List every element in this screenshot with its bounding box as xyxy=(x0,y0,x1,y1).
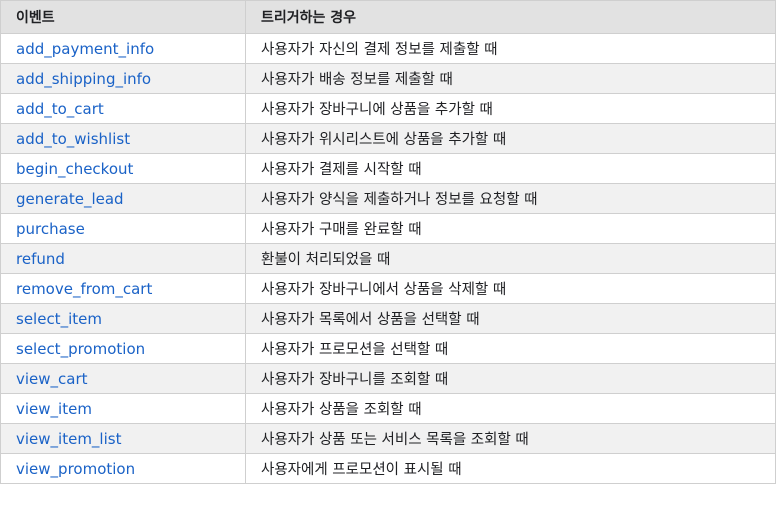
trigger-cell: 사용자가 상품 또는 서비스 목록을 조회할 때 xyxy=(245,423,776,454)
events-table: 이벤트 트리거하는 경우 add_payment_info 사용자가 자신의 결… xyxy=(0,0,776,484)
trigger-cell: 사용자가 결제를 시작할 때 xyxy=(245,153,776,184)
trigger-cell: 사용자가 배송 정보를 제출할 때 xyxy=(245,63,776,94)
event-cell: generate_lead xyxy=(0,183,246,214)
trigger-cell: 사용자가 상품을 조회할 때 xyxy=(245,393,776,424)
table-row: add_payment_info 사용자가 자신의 결제 정보를 제출할 때 xyxy=(0,33,776,64)
event-link-generate-lead[interactable]: generate_lead xyxy=(16,190,124,208)
event-cell: view_item_list xyxy=(0,423,246,454)
trigger-cell: 사용자가 양식을 제출하거나 정보를 요청할 때 xyxy=(245,183,776,214)
event-cell: refund xyxy=(0,243,246,274)
event-cell: add_to_cart xyxy=(0,93,246,124)
trigger-cell: 사용자가 장바구니에서 상품을 삭제할 때 xyxy=(245,273,776,304)
event-link-add-to-cart[interactable]: add_to_cart xyxy=(16,100,104,118)
trigger-cell: 사용자에게 프로모션이 표시될 때 xyxy=(245,453,776,484)
event-link-remove-from-cart[interactable]: remove_from_cart xyxy=(16,280,152,298)
event-link-select-promotion[interactable]: select_promotion xyxy=(16,340,145,358)
event-link-add-to-wishlist[interactable]: add_to_wishlist xyxy=(16,130,130,148)
table-row: add_to_cart 사용자가 장바구니에 상품을 추가할 때 xyxy=(0,93,776,124)
table-row: view_cart 사용자가 장바구니를 조회할 때 xyxy=(0,363,776,394)
trigger-cell: 사용자가 자신의 결제 정보를 제출할 때 xyxy=(245,33,776,64)
table-row: begin_checkout 사용자가 결제를 시작할 때 xyxy=(0,153,776,184)
event-cell: view_promotion xyxy=(0,453,246,484)
event-cell: begin_checkout xyxy=(0,153,246,184)
trigger-cell: 환불이 처리되었을 때 xyxy=(245,243,776,274)
table-row: select_item 사용자가 목록에서 상품을 선택할 때 xyxy=(0,303,776,334)
table-row: refund 환불이 처리되었을 때 xyxy=(0,243,776,274)
event-link-view-item-list[interactable]: view_item_list xyxy=(16,430,121,448)
event-link-view-item[interactable]: view_item xyxy=(16,400,92,418)
event-cell: add_payment_info xyxy=(0,33,246,64)
event-link-add-shipping-info[interactable]: add_shipping_info xyxy=(16,70,151,88)
table-row: generate_lead 사용자가 양식을 제출하거나 정보를 요청할 때 xyxy=(0,183,776,214)
header-event: 이벤트 xyxy=(0,0,246,34)
header-row: 이벤트 트리거하는 경우 xyxy=(0,0,776,34)
event-link-refund[interactable]: refund xyxy=(16,250,65,268)
page: 이벤트 트리거하는 경우 add_payment_info 사용자가 자신의 결… xyxy=(0,0,777,484)
trigger-cell: 사용자가 장바구니에 상품을 추가할 때 xyxy=(245,93,776,124)
trigger-cell: 사용자가 구매를 완료할 때 xyxy=(245,213,776,244)
event-link-view-promotion[interactable]: view_promotion xyxy=(16,460,135,478)
table-row: remove_from_cart 사용자가 장바구니에서 상품을 삭제할 때 xyxy=(0,273,776,304)
event-link-select-item[interactable]: select_item xyxy=(16,310,102,328)
table-row: select_promotion 사용자가 프로모션을 선택할 때 xyxy=(0,333,776,364)
trigger-cell: 사용자가 프로모션을 선택할 때 xyxy=(245,333,776,364)
event-link-add-payment-info[interactable]: add_payment_info xyxy=(16,40,154,58)
table-row: view_item_list 사용자가 상품 또는 서비스 목록을 조회할 때 xyxy=(0,423,776,454)
table-row: view_item 사용자가 상품을 조회할 때 xyxy=(0,393,776,424)
event-cell: view_item xyxy=(0,393,246,424)
table-row: purchase 사용자가 구매를 완료할 때 xyxy=(0,213,776,244)
event-link-begin-checkout[interactable]: begin_checkout xyxy=(16,160,133,178)
event-cell: add_shipping_info xyxy=(0,63,246,94)
header-trigger: 트리거하는 경우 xyxy=(245,0,776,34)
table-row: view_promotion 사용자에게 프로모션이 표시될 때 xyxy=(0,453,776,484)
trigger-cell: 사용자가 장바구니를 조회할 때 xyxy=(245,363,776,394)
event-cell: remove_from_cart xyxy=(0,273,246,304)
event-cell: select_promotion xyxy=(0,333,246,364)
trigger-cell: 사용자가 위시리스트에 상품을 추가할 때 xyxy=(245,123,776,154)
table-row: add_to_wishlist 사용자가 위시리스트에 상품을 추가할 때 xyxy=(0,123,776,154)
table-header: 이벤트 트리거하는 경우 xyxy=(0,0,776,34)
event-cell: select_item xyxy=(0,303,246,334)
table-row: add_shipping_info 사용자가 배송 정보를 제출할 때 xyxy=(0,63,776,94)
table-body: add_payment_info 사용자가 자신의 결제 정보를 제출할 때 a… xyxy=(0,33,776,484)
trigger-cell: 사용자가 목록에서 상품을 선택할 때 xyxy=(245,303,776,334)
event-link-purchase[interactable]: purchase xyxy=(16,220,85,238)
event-cell: add_to_wishlist xyxy=(0,123,246,154)
event-cell: purchase xyxy=(0,213,246,244)
event-link-view-cart[interactable]: view_cart xyxy=(16,370,88,388)
event-cell: view_cart xyxy=(0,363,246,394)
